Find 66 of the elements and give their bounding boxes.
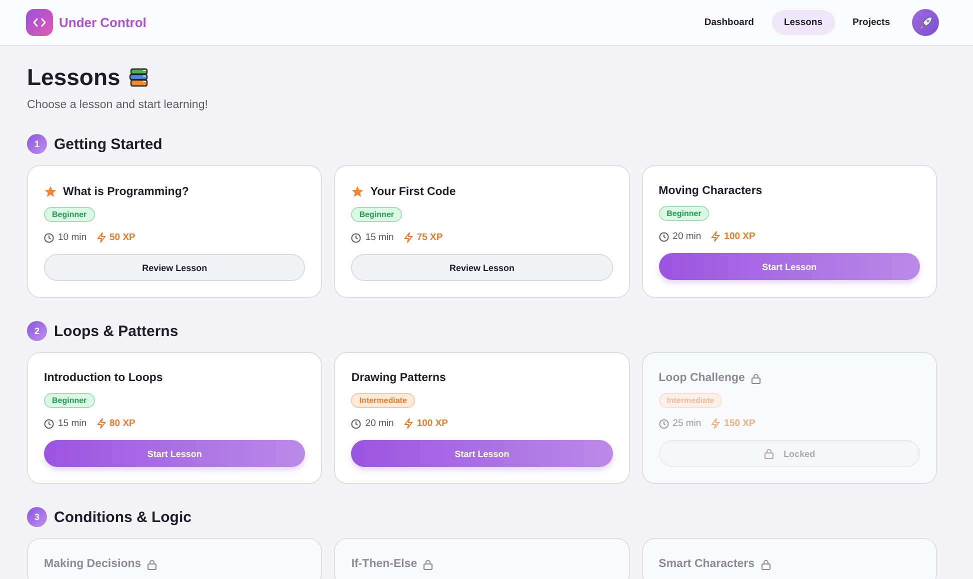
lesson-button[interactable]: Start Lesson bbox=[658, 253, 920, 280]
clock-icon bbox=[658, 418, 669, 428]
section-title: Getting Started bbox=[54, 136, 162, 152]
level-badge: Intermediate bbox=[658, 393, 722, 408]
xp-text: 100 XP bbox=[724, 231, 756, 242]
clock-icon bbox=[44, 418, 54, 428]
level-badge: Beginner bbox=[658, 206, 710, 221]
xp-text: 100 XP bbox=[416, 418, 448, 429]
avatar-rocket-icon[interactable] bbox=[912, 9, 939, 36]
clock-icon bbox=[44, 232, 54, 242]
lesson-title: Loop Challenge bbox=[658, 372, 745, 384]
lock-icon bbox=[423, 558, 434, 570]
lightning-icon bbox=[404, 232, 413, 243]
star-icon bbox=[44, 185, 57, 198]
lock-icon bbox=[750, 372, 761, 384]
duration-text: 25 min bbox=[672, 418, 702, 429]
lesson-button[interactable]: Start Lesson bbox=[44, 440, 306, 467]
xp-text: 80 XP bbox=[110, 418, 136, 429]
section-number: 2 bbox=[27, 321, 47, 341]
lesson-title: Moving Characters bbox=[658, 185, 762, 197]
level-badge: Beginner bbox=[44, 393, 95, 408]
duration-text: 10 min bbox=[58, 232, 87, 243]
star-icon bbox=[351, 185, 364, 198]
duration-text: 15 min bbox=[58, 418, 87, 429]
lesson-button[interactable]: Review Lesson bbox=[44, 254, 306, 281]
lesson-title: Making Decisions bbox=[44, 558, 142, 570]
lightning-icon bbox=[96, 232, 106, 243]
duration-text: 20 min bbox=[365, 418, 394, 429]
nav-tab[interactable]: Dashboard bbox=[692, 10, 766, 35]
nav-tab[interactable]: Lessons bbox=[772, 10, 834, 35]
books-icon bbox=[128, 66, 150, 88]
brand-name: Under Control bbox=[59, 15, 146, 30]
section-title: Loops & Patterns bbox=[54, 322, 178, 340]
lesson-title: Your First Code bbox=[370, 186, 456, 198]
lightning-icon bbox=[96, 418, 106, 429]
duration-text: 20 min bbox=[672, 231, 702, 242]
clock-icon bbox=[351, 232, 362, 242]
clock-icon bbox=[351, 418, 362, 428]
lesson-title: Drawing Patterns bbox=[351, 372, 446, 384]
page-subtitle: Choose a lesson and start learning! bbox=[27, 99, 209, 111]
nav-tab[interactable]: Projects bbox=[840, 10, 902, 35]
lesson-button[interactable]: Start Lesson bbox=[351, 440, 613, 467]
xp-text: 75 XP bbox=[416, 232, 443, 243]
lock-icon bbox=[760, 558, 771, 570]
section-title: Conditions & Logic bbox=[54, 508, 192, 526]
lightning-icon bbox=[711, 418, 720, 429]
level-badge: Beginner bbox=[44, 207, 95, 222]
lesson-title: What is Programming? bbox=[63, 186, 189, 198]
level-badge: Beginner bbox=[351, 207, 402, 222]
lesson-title: Introduction to Loops bbox=[44, 372, 163, 384]
lock-icon bbox=[147, 558, 158, 570]
duration-text: 15 min bbox=[365, 232, 394, 243]
lightning-icon bbox=[711, 231, 720, 242]
clock-icon bbox=[658, 232, 669, 242]
page-title: Lessons bbox=[27, 64, 120, 91]
lightning-icon bbox=[404, 418, 413, 429]
lock-icon bbox=[764, 448, 774, 459]
section-number: 3 bbox=[27, 507, 47, 527]
app-logo-icon bbox=[26, 9, 53, 36]
xp-text: 150 XP bbox=[724, 418, 756, 429]
xp-text: 50 XP bbox=[110, 232, 136, 243]
section-number: 1 bbox=[27, 134, 47, 154]
lesson-title: Smart Characters bbox=[658, 558, 755, 570]
lesson-button[interactable]: Review Lesson bbox=[351, 254, 613, 281]
level-badge: Intermediate bbox=[351, 393, 415, 408]
lesson-title: If-Then-Else bbox=[351, 558, 418, 570]
